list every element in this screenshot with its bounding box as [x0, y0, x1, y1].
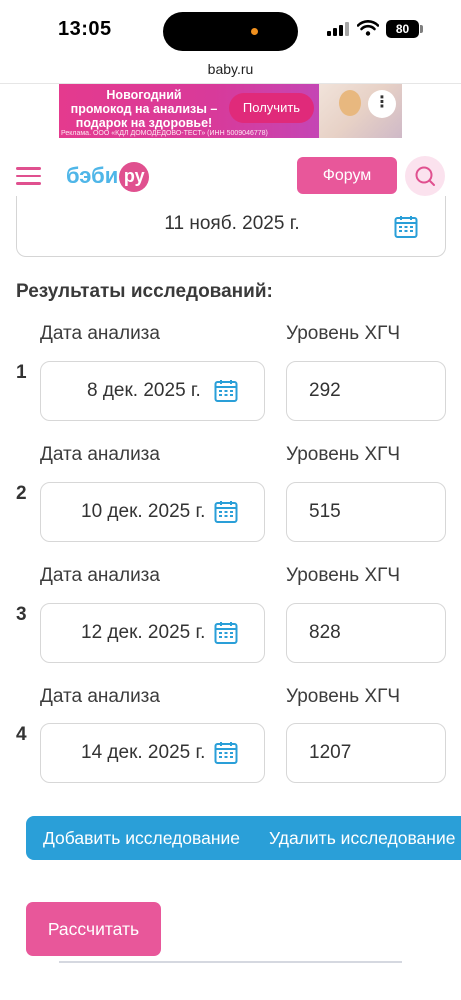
add-research-button[interactable]: Добавить исследование [43, 816, 251, 860]
hcg-level-field[interactable]: 515 [286, 482, 446, 542]
hcg-level-value: 515 [309, 501, 341, 522]
calendar-icon[interactable] [214, 741, 238, 765]
delete-research-button[interactable]: Удалить исследование [269, 816, 461, 860]
calendar-icon[interactable] [214, 621, 238, 645]
ad-legal-text: Реклама. ООО «КДЛ ДОМОДЕДОВО-ТЕСТ» (ИНН … [61, 130, 268, 137]
ad-more-icon[interactable]: ⋮ [368, 90, 396, 118]
logo-ru-badge: ру [119, 162, 150, 193]
hcg-level-value: 1207 [309, 742, 352, 763]
row-number: 3 [16, 604, 27, 625]
research-actions-bar: Добавить исследование Удалить исследован… [26, 816, 461, 860]
pregnancy-date-field[interactable]: 11 нояб. 2025 г. [16, 196, 446, 257]
ad-banner[interactable]: Новогодний промокод на анализы – подарок… [59, 84, 402, 138]
analysis-date-field[interactable]: 10 дек. 2025 г. [40, 482, 265, 542]
ad-text-line: Новогодний [106, 88, 182, 102]
analysis-date-value: 10 дек. 2025 г. [81, 501, 206, 522]
dynamic-island [163, 12, 298, 51]
row-number: 4 [16, 724, 27, 745]
calendar-icon[interactable] [214, 379, 238, 403]
analysis-date-value: 8 дек. 2025 г. [87, 380, 201, 401]
row-number: 1 [16, 362, 27, 383]
calculate-button[interactable]: Рассчитать [26, 902, 161, 956]
hcg-level-label: Уровень ХГЧ [286, 444, 401, 465]
search-button[interactable] [405, 156, 445, 196]
ad-text-line: промокод на анализы – [70, 102, 218, 116]
site-logo[interactable]: бэби ру [66, 159, 150, 195]
hcg-level-field[interactable]: 292 [286, 361, 446, 421]
ad-photo-person [339, 90, 361, 116]
analysis-date-value: 14 дек. 2025 г. [81, 742, 206, 763]
calendar-icon[interactable] [214, 500, 238, 524]
wifi-icon [357, 20, 379, 36]
recording-dot-icon [251, 28, 258, 35]
hcg-level-field[interactable]: 828 [286, 603, 446, 663]
date-label: Дата анализа [40, 686, 160, 707]
hcg-level-label: Уровень ХГЧ [286, 565, 401, 586]
analysis-date-field[interactable]: 14 дек. 2025 г. [40, 723, 265, 783]
divider [59, 961, 402, 963]
browser-url[interactable]: baby.ru [0, 58, 461, 84]
date-label: Дата анализа [40, 323, 160, 344]
hcg-level-field[interactable]: 1207 [286, 723, 446, 783]
status-bar: 13:05 80 [0, 0, 461, 58]
date-label: Дата анализа [40, 565, 160, 586]
ad-text: Новогодний промокод на анализы – подарок… [59, 88, 229, 130]
battery-icon: 80 [386, 20, 419, 38]
hcg-level-label: Уровень ХГЧ [286, 323, 401, 344]
search-icon [415, 166, 435, 186]
analysis-date-value: 12 дек. 2025 г. [81, 622, 206, 643]
status-time: 13:05 [58, 18, 112, 40]
forum-button[interactable]: Форум [297, 157, 397, 194]
pregnancy-date-value: 11 нояб. 2025 г. [164, 213, 300, 234]
battery-tip [420, 25, 423, 33]
analysis-date-field[interactable]: 8 дек. 2025 г. [40, 361, 265, 421]
analysis-date-field[interactable]: 12 дек. 2025 г. [40, 603, 265, 663]
logo-text: бэби [66, 163, 119, 188]
hcg-level-label: Уровень ХГЧ [286, 686, 401, 707]
date-label: Дата анализа [40, 444, 160, 465]
hcg-level-value: 828 [309, 622, 341, 643]
row-number: 2 [16, 483, 27, 504]
ad-get-button[interactable]: Получить [229, 93, 314, 123]
results-title: Результаты исследований: [16, 281, 273, 302]
hcg-level-value: 292 [309, 380, 341, 401]
cellular-signal-icon [327, 22, 349, 36]
ad-text-line: подарок на здоровье! [75, 116, 213, 130]
calendar-icon[interactable] [394, 215, 418, 239]
hamburger-menu-icon[interactable] [16, 167, 41, 185]
